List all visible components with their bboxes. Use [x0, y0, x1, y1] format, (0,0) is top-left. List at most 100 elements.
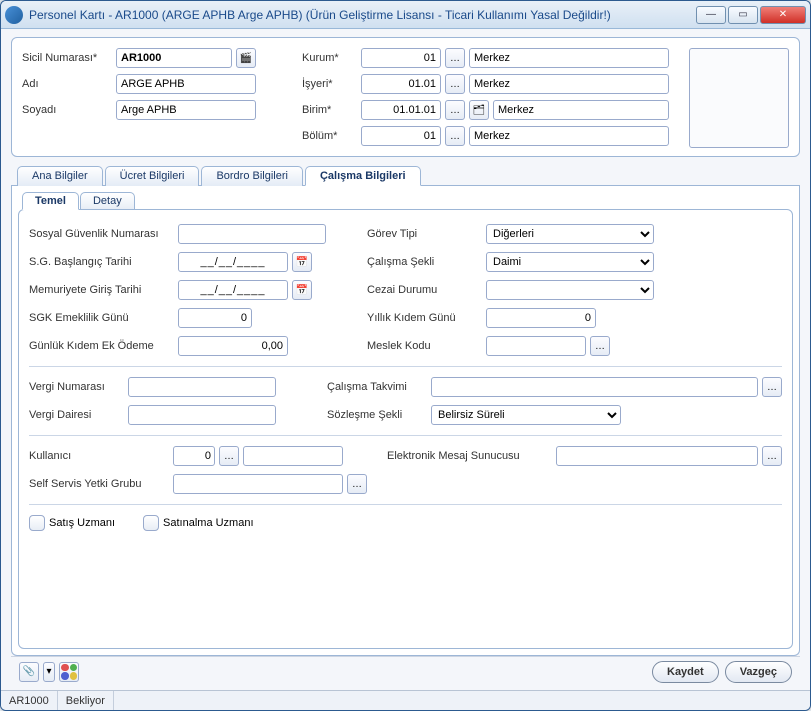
birim-org-icon[interactable]: 🗂	[469, 100, 489, 120]
app-icon	[5, 6, 23, 24]
tab-ucret-bilgileri[interactable]: Ücret Bilgileri	[105, 166, 200, 186]
kurum-code[interactable]	[361, 48, 441, 68]
bolum-name[interactable]	[469, 126, 669, 146]
vergi-no-label: Vergi Numarası	[29, 381, 124, 393]
self-input[interactable]	[173, 474, 343, 494]
soyadi-label: Soyadı	[22, 104, 112, 116]
adi-input[interactable]	[116, 74, 256, 94]
gko-label: Günlük Kıdem Ek Ödeme	[29, 340, 174, 352]
mem-calendar-icon[interactable]: 📅	[292, 280, 312, 300]
kurum-label: Kurum*	[302, 52, 357, 64]
maximize-button[interactable]: ▭	[728, 6, 758, 24]
kullanici-input[interactable]	[173, 446, 215, 466]
attachment-icon[interactable]: 📎	[19, 662, 39, 682]
group-vergi: Vergi Numarası Çalışma Takvimi … Vergi D…	[29, 366, 782, 425]
birim-lookup-icon[interactable]: …	[445, 100, 465, 120]
sgn-label: Sosyal Güvenlik Numarası	[29, 228, 174, 240]
mem-input[interactable]	[178, 280, 288, 300]
soyadi-input[interactable]	[116, 100, 256, 120]
minimize-button[interactable]: —	[696, 6, 726, 24]
vergi-no-input[interactable]	[128, 377, 276, 397]
kurum-name[interactable]	[469, 48, 669, 68]
vergi-daire-input[interactable]	[128, 405, 276, 425]
header-panel: Sicil Numarası* 🎬 Adı Soyadı Kurum*	[11, 37, 800, 157]
meslek-lookup-icon[interactable]: …	[590, 336, 610, 356]
meslek-input[interactable]	[486, 336, 586, 356]
sicil-label: Sicil Numarası*	[22, 52, 112, 64]
sgbas-calendar-icon[interactable]: 📅	[292, 252, 312, 272]
sicil-input[interactable]	[116, 48, 232, 68]
isyeri-name[interactable]	[469, 74, 669, 94]
sozlesme-label: Sözleşme Şekli	[327, 409, 427, 421]
satis-checkbox[interactable]: Satış Uzmanı	[29, 515, 115, 531]
group-uzman: Satış Uzmanı Satınalma Uzmanı	[29, 504, 782, 531]
tab-calisma-bilgileri[interactable]: Çalışma Bilgileri	[305, 166, 421, 186]
titlebar[interactable]: Personel Kartı - AR1000 (ARGE APHB Arge …	[1, 1, 810, 29]
vergi-daire-label: Vergi Dairesi	[29, 409, 124, 421]
yil-kidem-input[interactable]	[486, 308, 596, 328]
satin-checkbox[interactable]: Satınalma Uzmanı	[143, 515, 253, 531]
gko-input[interactable]	[178, 336, 288, 356]
cezai-select[interactable]	[486, 280, 654, 300]
window-controls: — ▭ ✕	[696, 6, 806, 24]
photo-box[interactable]	[689, 48, 789, 148]
birim-label: Birim*	[302, 104, 357, 116]
group-sgk: Sosyal Güvenlik Numarası Görev Tipi Diğe…	[29, 220, 782, 356]
bolum-lookup-icon[interactable]: …	[445, 126, 465, 146]
window-frame: Personel Kartı - AR1000 (ARGE APHB Arge …	[0, 0, 811, 711]
inner-tabs: Temel Detay	[18, 192, 793, 210]
attachment-dropdown-icon[interactable]: ▾	[43, 662, 55, 682]
kullanici-lookup-icon[interactable]: …	[219, 446, 239, 466]
group-kullanici: Kullanıcı … Elektronik Mesaj Sunucusu …	[29, 435, 782, 494]
sozlesme-select[interactable]: Belirsiz Süreli	[431, 405, 621, 425]
save-button[interactable]: Kaydet	[652, 661, 719, 683]
bolum-label: Bölüm*	[302, 130, 357, 142]
colors-button[interactable]	[59, 662, 79, 682]
tab-temel[interactable]: Temel	[22, 192, 79, 210]
close-button[interactable]: ✕	[760, 6, 806, 24]
sgk-em-label: SGK Emeklilik Günü	[29, 312, 174, 324]
yil-kidem-label: Yıllık Kıdem Günü	[367, 312, 482, 324]
eposta-label: Elektronik Mesaj Sunucusu	[387, 450, 552, 462]
sgbas-input[interactable]	[178, 252, 288, 272]
calis-select[interactable]: Daimi	[486, 252, 654, 272]
satin-label: Satınalma Uzmanı	[163, 517, 253, 529]
self-label: Self Servis Yetki Grubu	[29, 478, 169, 490]
cancel-button[interactable]: Vazgeç	[725, 661, 792, 683]
calis-label: Çalışma Şekli	[367, 256, 482, 268]
sgn-input[interactable]	[178, 224, 326, 244]
takvim-input[interactable]	[431, 377, 758, 397]
tab-ana-bilgiler[interactable]: Ana Bilgiler	[17, 166, 103, 186]
isyeri-lookup-icon[interactable]: …	[445, 74, 465, 94]
isyeri-label: İşyeri*	[302, 78, 357, 90]
sicil-lookup-icon[interactable]: 🎬	[236, 48, 256, 68]
satis-label: Satış Uzmanı	[49, 517, 115, 529]
inner-panel: Sosyal Güvenlik Numarası Görev Tipi Diğe…	[18, 209, 793, 649]
tab-bordro-bilgileri[interactable]: Bordro Bilgileri	[201, 166, 303, 186]
checkbox-icon	[29, 515, 45, 531]
sgbas-label: S.G. Başlangıç Tarihi	[29, 256, 174, 268]
eposta-input[interactable]	[556, 446, 758, 466]
gorev-select[interactable]: Diğerleri	[486, 224, 654, 244]
content-area: Sicil Numarası* 🎬 Adı Soyadı Kurum*	[1, 29, 810, 690]
self-lookup-icon[interactable]: …	[347, 474, 367, 494]
gorev-label: Görev Tipi	[367, 228, 482, 240]
kullanici-name-input[interactable]	[243, 446, 343, 466]
takvim-lookup-icon[interactable]: …	[762, 377, 782, 397]
kullanici-label: Kullanıcı	[29, 450, 169, 462]
window-title: Personel Kartı - AR1000 (ARGE APHB Arge …	[29, 8, 696, 22]
eposta-lookup-icon[interactable]: …	[762, 446, 782, 466]
cezai-label: Cezai Durumu	[367, 284, 482, 296]
bolum-code[interactable]	[361, 126, 441, 146]
birim-code[interactable]	[361, 100, 441, 120]
birim-name[interactable]	[493, 100, 669, 120]
sgk-em-input[interactable]	[178, 308, 252, 328]
status-code: AR1000	[1, 691, 58, 710]
takvim-label: Çalışma Takvimi	[327, 381, 427, 393]
outer-tabs: Ana Bilgiler Ücret Bilgileri Bordro Bilg…	[11, 165, 800, 186]
footer-bar: 📎 ▾ Kaydet Vazgeç	[11, 656, 800, 686]
kurum-lookup-icon[interactable]: …	[445, 48, 465, 68]
tab-detay[interactable]: Detay	[80, 192, 135, 210]
status-state: Bekliyor	[58, 691, 114, 710]
isyeri-code[interactable]	[361, 74, 441, 94]
